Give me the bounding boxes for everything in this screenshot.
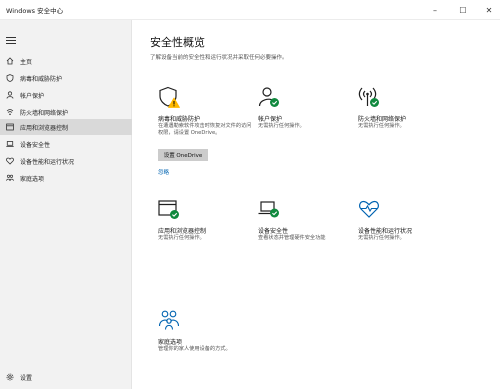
minimize-button[interactable]: – [424,0,446,20]
sidebar-item-label: 防火墙和网络保护 [20,109,69,117]
heart-pulse-icon [358,198,380,220]
shield-warning-icon [158,86,180,108]
tile-description: 无需执行任何操作。 [158,235,205,241]
gear-icon [6,373,14,381]
main-content: 安全性概览 了解设备当前的安全性和运行状况并采取任何必要操作。 病毒和威胁防护 … [133,20,500,389]
sidebar-item-firewall[interactable]: 防火墙和网络保护 [0,104,132,120]
page-subtitle: 了解设备当前的安全性和运行状况并采取任何必要操作。 [150,55,288,61]
tile-title: 应用和浏览器控制 [158,228,207,235]
sidebar-item-label: 主页 [20,58,33,66]
person-icon [6,91,14,99]
tile-description: 无需执行任何操作。 [358,123,405,129]
sidebar-item-label: 家庭选项 [20,175,45,183]
sidebar-item-settings[interactable]: 设置 [0,369,132,385]
tile-title: 设备性能和运行状况 [358,228,413,235]
page-title: 安全性概览 [150,36,205,49]
settings-label: 设置 [20,374,33,382]
shield-icon [6,74,14,82]
sidebar-item-family-options[interactable]: 家庭选项 [0,170,132,186]
tile-title: 家庭选项 [158,339,183,346]
family-icon [6,174,14,182]
tile-firewall[interactable]: 防火墙和网络保护 无需执行任何操作。 [358,86,454,146]
hamburger-menu-icon[interactable] [6,37,16,45]
sidebar-item-device-security[interactable]: 设备安全性 [0,136,132,152]
sidebar-item-account-protection[interactable]: 帐户保护 [0,87,132,103]
laptop-icon [6,140,14,148]
tile-virus-protection[interactable]: 病毒和威胁防护 在遭遇勒索软件攻击时恢复对文件的访问权限，请设置 OneDriv… [158,86,254,186]
setup-onedrive-button[interactable]: 设置 OneDrive [158,149,208,161]
sidebar-item-label: 设备安全性 [20,141,51,149]
tile-title: 病毒和威胁防护 [158,116,201,123]
tile-description: 查看状态并管理硬件安全功能 [258,235,326,241]
heart-icon [6,157,14,165]
sidebar-item-label: 帐户保护 [20,92,45,100]
window-title: Windows 安全中心 [6,7,64,15]
dismiss-link[interactable]: 忽略 [158,168,169,176]
sidebar-item-label: 设备性能和运行状况 [20,158,75,166]
browser-check-icon [158,198,180,220]
tile-title: 防火墙和网络保护 [358,116,407,123]
family-icon [158,309,180,331]
antenna-check-icon [358,86,380,108]
person-check-icon [258,86,280,108]
wifi-icon [6,108,14,116]
tile-title: 设备安全性 [258,228,289,235]
tile-description: 管理你的家人使用设备的方式。 [158,346,231,352]
tile-device-performance[interactable]: 设备性能和运行状况 无需执行任何操作。 [358,198,454,258]
sidebar-item-device-performance[interactable]: 设备性能和运行状况 [0,153,132,169]
tile-account-protection[interactable]: 帐户保护 无需执行任何操作。 [258,86,354,146]
browser-icon [6,123,14,131]
sidebar: 主页 病毒和威胁防护 帐户保护 防火墙和网络保护 应用和浏览器控制 设备安全性 [0,20,132,389]
home-icon [6,57,14,65]
tile-description: 在遭遇勒索软件攻击时恢复对文件的访问权限，请设置 OneDrive。 [158,123,252,136]
tile-title: 帐户保护 [258,116,283,123]
sidebar-item-label: 病毒和威胁防护 [20,75,63,83]
tile-device-security[interactable]: 设备安全性 查看状态并管理硬件安全功能 [258,198,354,258]
close-button[interactable]: ✕ [478,0,500,20]
laptop-check-icon [258,198,280,220]
sidebar-item-app-browser-control[interactable]: 应用和浏览器控制 [0,119,132,135]
title-bar: Windows 安全中心 – ☐ ✕ [0,0,500,20]
sidebar-item-label: 应用和浏览器控制 [20,124,69,132]
maximize-button[interactable]: ☐ [452,0,474,20]
sidebar-item-virus-protection[interactable]: 病毒和威胁防护 [0,70,132,86]
sidebar-item-home[interactable]: 主页 [0,53,132,69]
tile-app-browser-control[interactable]: 应用和浏览器控制 无需执行任何操作。 [158,198,254,258]
tile-family-options[interactable]: 家庭选项 管理你的家人使用设备的方式。 [158,309,254,369]
tile-description: 无需执行任何操作。 [258,123,305,129]
tile-description: 无需执行任何操作。 [358,235,405,241]
